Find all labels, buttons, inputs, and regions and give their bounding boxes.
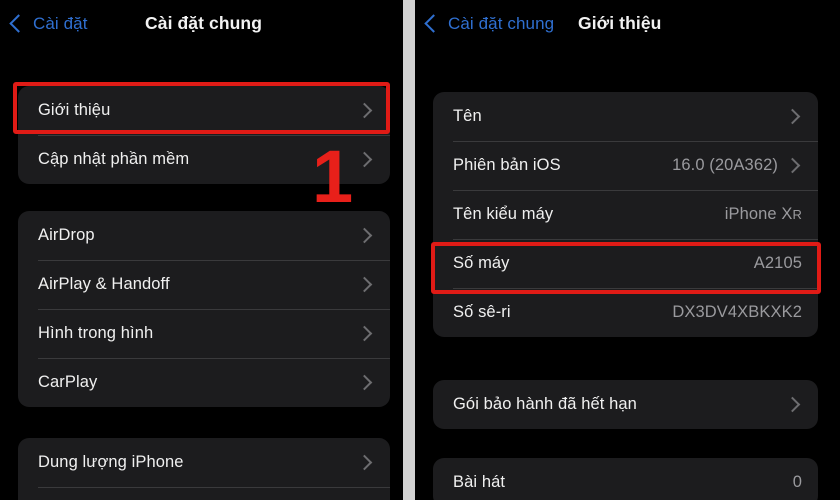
- row-bai-hat: Bài hát 0: [433, 458, 818, 500]
- back-to-settings-button[interactable]: Cài đặt: [9, 13, 88, 34]
- row-value: A2105: [753, 254, 802, 272]
- screenshot-root: Cài đặt Cài đặt chung Giới thiệu Cập nhậ…: [0, 0, 840, 500]
- row-placeholder: [18, 487, 390, 500]
- about-panel: Cài đặt chung Giới thiệu Tên Phiên bản i…: [415, 0, 840, 500]
- row-label: AirPlay & Handoff: [38, 275, 170, 293]
- row-label: Phiên bản iOS: [453, 156, 561, 174]
- row-value: iPhone XR: [725, 205, 802, 224]
- row-value: DX3DV4XBKXK2: [672, 303, 802, 321]
- panel-divider: [403, 0, 415, 500]
- row-airplay-handoff[interactable]: AirPlay & Handoff: [18, 260, 390, 309]
- row-label: Giới thiệu: [38, 101, 111, 119]
- about-group-3: Bài hát 0: [433, 458, 818, 500]
- row-cap-nhat-phan-mem[interactable]: Cập nhật phần mềm: [18, 135, 390, 184]
- chevron-right-icon: [784, 396, 801, 413]
- chevron-right-icon: [356, 325, 373, 342]
- chevron-left-icon: [9, 13, 28, 33]
- row-label: AirDrop: [38, 226, 95, 244]
- row-label: CarPlay: [38, 373, 98, 391]
- general-settings-panel: Cài đặt Cài đặt chung Giới thiệu Cập nhậ…: [0, 0, 404, 500]
- chevron-right-icon: [356, 227, 373, 244]
- row-dung-luong-iphone[interactable]: Dung lượng iPhone: [18, 438, 390, 487]
- page-title: Cài đặt chung: [145, 13, 262, 33]
- back-to-general-button[interactable]: Cài đặt chung: [424, 13, 555, 34]
- row-ten-kieu-may: Tên kiểu máy iPhone XR: [433, 190, 818, 239]
- row-label: Số máy: [453, 254, 510, 272]
- row-label: Tên: [453, 107, 482, 125]
- back-button-label: Cài đặt: [33, 14, 88, 33]
- row-so-se-ri: Số sê-ri DX3DV4XBKXK2: [433, 288, 818, 337]
- row-label: Bài hát: [453, 473, 506, 491]
- row-value: 0: [792, 473, 802, 491]
- settings-group-2: AirDrop AirPlay & Handoff Hình trong hìn…: [18, 211, 390, 407]
- row-hinh-trong-hinh[interactable]: Hình trong hình: [18, 309, 390, 358]
- chevron-right-icon: [356, 276, 373, 293]
- chevron-right-icon: [356, 151, 373, 168]
- right-navbar: Cài đặt chung Giới thiệu: [415, 0, 840, 56]
- chevron-right-icon: [356, 454, 373, 471]
- chevron-right-icon: [784, 108, 801, 125]
- row-label: Hình trong hình: [38, 324, 154, 342]
- settings-group-1: Giới thiệu Cập nhật phần mềm: [18, 86, 390, 184]
- row-label: Số sê-ri: [453, 303, 511, 321]
- row-label: Gói bảo hành đã hết hạn: [453, 395, 637, 413]
- row-so-may: Số máy A2105: [433, 239, 818, 288]
- about-group-1: Tên Phiên bản iOS 16.0 (20A362) Tên kiểu…: [433, 92, 818, 337]
- chevron-left-icon: [424, 13, 443, 33]
- back-button-label: Cài đặt chung: [448, 14, 555, 33]
- chevron-right-icon: [784, 157, 801, 174]
- chevron-right-icon: [356, 374, 373, 391]
- row-gioi-thieu[interactable]: Giới thiệu: [18, 86, 390, 135]
- row-label: Cập nhật phần mềm: [38, 150, 190, 168]
- row-phien-ban-ios[interactable]: Phiên bản iOS 16.0 (20A362): [433, 141, 818, 190]
- row-carplay[interactable]: CarPlay: [18, 358, 390, 407]
- left-navbar: Cài đặt Cài đặt chung: [0, 0, 404, 56]
- row-value: 16.0 (20A362): [672, 156, 778, 174]
- row-label: Tên kiểu máy: [453, 205, 554, 223]
- model-name-smallcap: R: [792, 207, 802, 222]
- about-group-2: Gói bảo hành đã hết hạn: [433, 380, 818, 429]
- row-label: Dung lượng iPhone: [38, 453, 184, 471]
- chevron-right-icon: [356, 102, 373, 119]
- page-title: Giới thiệu: [578, 13, 662, 33]
- row-goi-bao-hanh[interactable]: Gói bảo hành đã hết hạn: [433, 380, 818, 429]
- model-name-main: iPhone X: [724, 205, 793, 223]
- row-airdrop[interactable]: AirDrop: [18, 211, 390, 260]
- row-ten[interactable]: Tên: [433, 92, 818, 141]
- settings-group-3: Dung lượng iPhone: [18, 438, 390, 500]
